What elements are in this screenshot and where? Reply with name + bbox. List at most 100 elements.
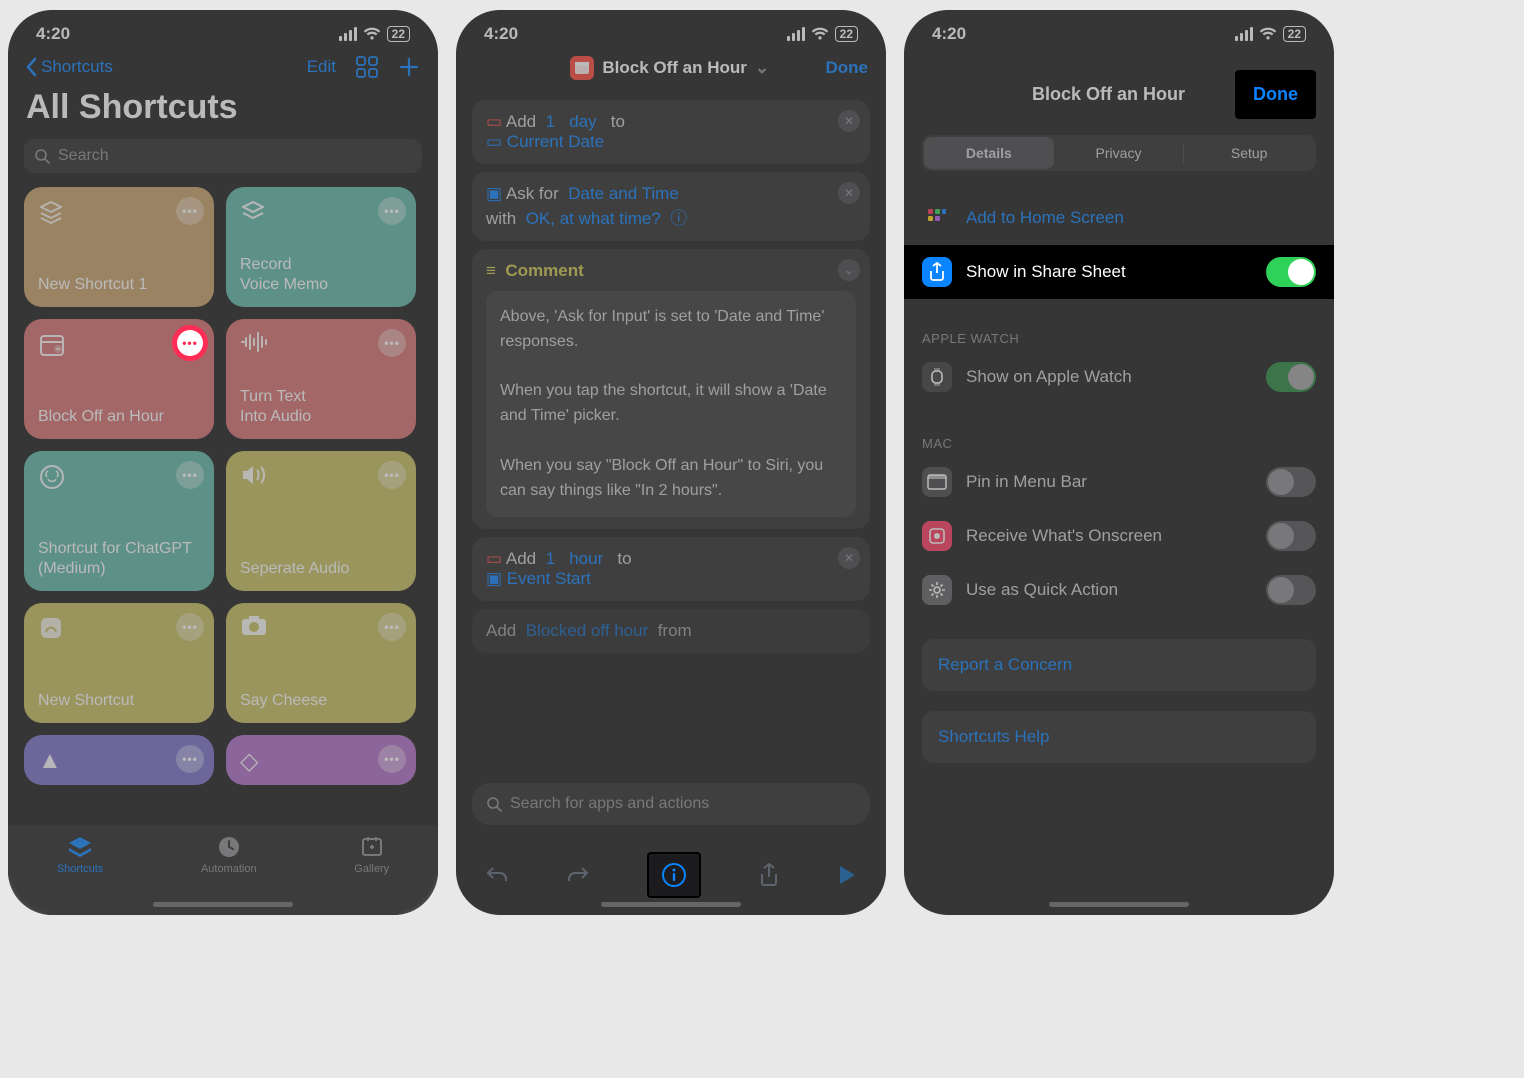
remove-action-icon[interactable]: ✕ [838, 110, 860, 132]
tile-label: Turn Text Into Audio [240, 387, 402, 427]
done-button-highlight[interactable]: Done [1235, 70, 1316, 119]
redo-icon[interactable] [566, 864, 590, 886]
calendar-icon: ▭ [486, 549, 502, 568]
row-receive-onscreen[interactable]: Receive What's Onscreen [904, 509, 1334, 563]
shortcut-tile[interactable]: ••• Say Cheese [226, 603, 416, 723]
disclosure-icon[interactable]: ⓘ [670, 209, 687, 228]
home-indicator[interactable] [1049, 902, 1189, 907]
row-pin-menu-bar[interactable]: Pin in Menu Bar [904, 455, 1334, 509]
shortcut-tile[interactable]: ••• ◇ [226, 735, 416, 785]
shortcut-tile[interactable]: ••• Record Voice Memo [226, 187, 416, 307]
cellular-icon [1235, 27, 1253, 41]
comment-body[interactable]: Above, 'Ask for Input' is set to 'Date a… [486, 291, 856, 517]
tile-label: Record Voice Memo [240, 255, 402, 295]
tab-setup[interactable]: Setup [1184, 137, 1314, 169]
action-comment[interactable]: ⌄ ≡ Comment Above, 'Ask for Input' is se… [472, 249, 870, 529]
onscreen-icon [922, 521, 952, 551]
brain-icon [38, 463, 200, 491]
row-shortcuts-help[interactable]: Shortcuts Help [922, 711, 1316, 763]
page-title: All Shortcuts [8, 88, 438, 139]
calendar-icon [570, 56, 594, 80]
share-icon[interactable] [758, 862, 780, 888]
dialog-icon: ▣ [486, 184, 502, 203]
section-mac: MAC [904, 426, 1334, 455]
action-add-event[interactable]: Add Blocked off hour from [472, 609, 870, 653]
tab-automation[interactable]: Automation [201, 835, 257, 875]
shortcut-tile[interactable]: ••• ▲ [24, 735, 214, 785]
action-add-hour[interactable]: ✕ ▭ Add 1 hour to ▣ Event Start [472, 537, 870, 601]
shortcut-tile[interactable]: ••• Seperate Audio [226, 451, 416, 591]
remove-action-icon[interactable]: ✕ [838, 547, 860, 569]
more-icon-highlight[interactable]: ••• [172, 325, 208, 361]
undo-icon[interactable] [485, 864, 509, 886]
row-apple-watch[interactable]: Show on Apple Watch [904, 350, 1334, 404]
chevron-down-icon: ⌄ [755, 58, 769, 78]
shortcut-title[interactable]: Block Off an Hour ⌄ [570, 56, 769, 80]
details-title: Block Off an Hour [1032, 84, 1185, 105]
home-indicator[interactable] [601, 902, 741, 907]
play-icon[interactable] [837, 864, 857, 886]
wifi-icon [363, 27, 381, 41]
remove-action-icon[interactable]: ⌄ [838, 259, 860, 281]
layers-icon [240, 199, 402, 225]
gear-icon [922, 575, 952, 605]
info-button-highlight[interactable] [647, 852, 701, 898]
watch-icon [922, 362, 952, 392]
tab-gallery[interactable]: Gallery [354, 835, 389, 875]
shortcut-tile-block-off-hour[interactable]: ••• Block Off an Hour [24, 319, 214, 439]
menubar-toggle[interactable] [1266, 467, 1316, 497]
status-bar: 4:20 22 [456, 10, 886, 50]
shortcut-tile[interactable]: ••• Turn Text Into Audio [226, 319, 416, 439]
menubar-icon [922, 467, 952, 497]
done-button[interactable]: Done [825, 58, 868, 78]
status-bar: 4:20 22 [904, 10, 1334, 50]
search-icon [486, 796, 502, 812]
share-icon [922, 257, 952, 287]
screen-shortcut-editor: 4:20 22 Block Off an Hour ⌄ Done ✕ ▭ Add… [456, 10, 886, 915]
nav-bar: Shortcuts Edit [8, 50, 438, 88]
shortcut-tile[interactable]: ••• New Shortcut [24, 603, 214, 723]
row-quick-action[interactable]: Use as Quick Action [904, 563, 1334, 617]
apple-watch-toggle[interactable] [1266, 362, 1316, 392]
cellular-icon [787, 27, 805, 41]
tile-label: Seperate Audio [240, 559, 402, 579]
waveform-icon [240, 331, 402, 353]
action-search[interactable]: Search for apps and actions [472, 783, 870, 825]
tile-label: Say Cheese [240, 691, 402, 711]
back-button[interactable]: Shortcuts [26, 57, 113, 77]
share-sheet-toggle[interactable] [1266, 257, 1316, 287]
app-icon [38, 615, 200, 641]
calendar-icon: ▭ [486, 112, 502, 131]
search-icon [34, 148, 50, 164]
cellular-icon [339, 27, 357, 41]
tab-privacy[interactable]: Privacy [1054, 137, 1184, 169]
tile-label: Shortcut for ChatGPT (Medium) [38, 539, 200, 579]
shortcut-tile[interactable]: ••• New Shortcut 1 [24, 187, 214, 307]
action-ask-input[interactable]: ✕ ▣ Ask for Date and Time with OK, at wh… [472, 172, 870, 241]
add-button[interactable] [398, 56, 420, 78]
onscreen-toggle[interactable] [1266, 521, 1316, 551]
remove-action-icon[interactable]: ✕ [838, 182, 860, 204]
details-nav: Block Off an Hour Done [904, 50, 1334, 135]
grid-view-icon[interactable] [356, 56, 378, 78]
status-time: 4:20 [484, 24, 518, 44]
wifi-icon [1259, 27, 1277, 41]
edit-button[interactable]: Edit [307, 57, 336, 77]
row-report-concern[interactable]: Report a Concern [922, 639, 1316, 691]
home-indicator[interactable] [153, 902, 293, 907]
row-add-home-screen[interactable]: Add to Home Screen [904, 191, 1334, 245]
tab-shortcuts[interactable]: Shortcuts [57, 835, 103, 875]
shortcut-tile[interactable]: ••• Shortcut for ChatGPT (Medium) [24, 451, 214, 591]
tab-details[interactable]: Details [924, 137, 1054, 169]
status-time: 4:20 [36, 24, 70, 44]
wifi-icon [811, 27, 829, 41]
quickaction-toggle[interactable] [1266, 575, 1316, 605]
battery-icon: 22 [835, 26, 858, 42]
screen-all-shortcuts: 4:20 22 Shortcuts Edit All Shortcuts Sea… [8, 10, 438, 915]
back-label: Shortcuts [41, 57, 113, 77]
editor-nav: Block Off an Hour ⌄ Done [456, 50, 886, 92]
action-add-date[interactable]: ✕ ▭ Add 1 day to ▭ Current Date [472, 100, 870, 164]
search-input[interactable]: Search [24, 139, 422, 173]
row-share-sheet-highlight[interactable]: Show in Share Sheet [904, 245, 1334, 299]
section-apple-watch: APPLE WATCH [904, 321, 1334, 350]
